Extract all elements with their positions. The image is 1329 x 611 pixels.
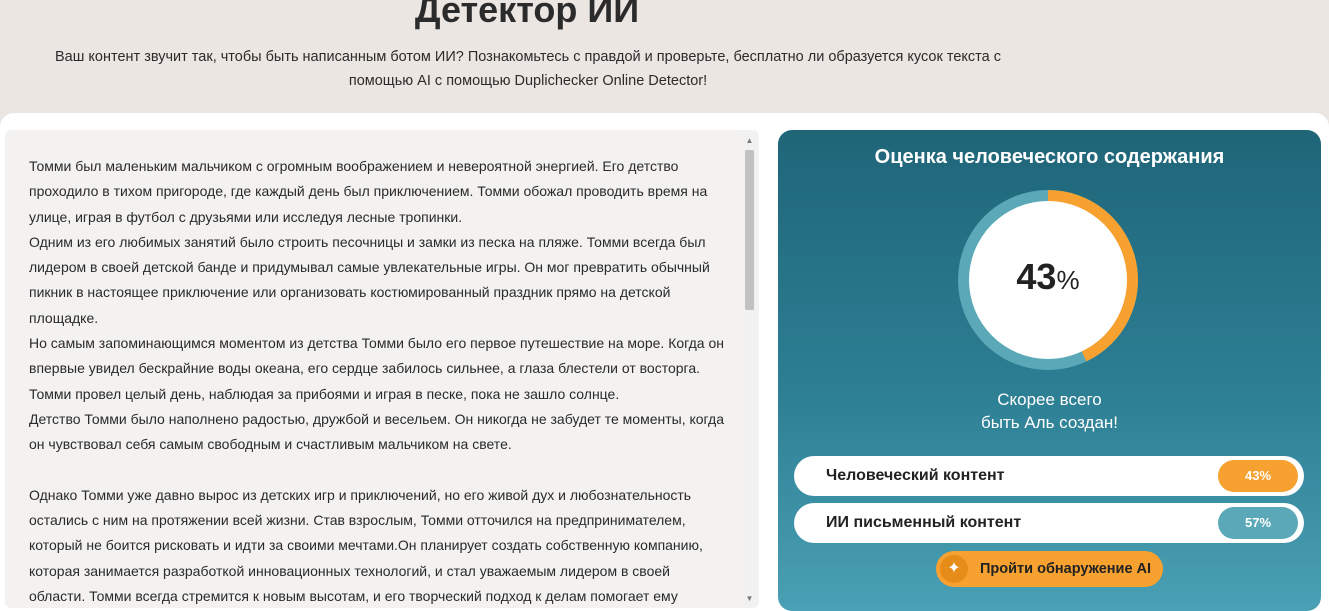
scroll-down-arrow-icon[interactable]: ▼ — [742, 592, 757, 606]
detect-ai-button[interactable]: ✦ Пройти обнаружение AI — [936, 551, 1163, 587]
score-donut: 43% — [948, 180, 1148, 380]
text-input-area[interactable]: Томми был маленьким мальчиком с огромным… — [5, 130, 759, 608]
text-paragraph: Томми был маленьким мальчиком с огромным… — [29, 158, 708, 225]
text-content[interactable]: Томми был маленьким мальчиком с огромным… — [29, 154, 729, 608]
metric-badge-ai: 57% — [1218, 507, 1298, 539]
human-content-metric: Человеческий контент 43% — [794, 456, 1304, 496]
ai-content-metric: ИИ письменный контент 57% — [794, 503, 1304, 543]
hero-section: Детектор ИИ Ваш контент звучит так, чтоб… — [0, 0, 1329, 120]
verdict-text: Скорее всего быть Аль создан! — [778, 388, 1321, 434]
text-paragraph: Однако Томми уже давно вырос из детских … — [29, 486, 703, 605]
metric-badge-human: 43% — [1218, 460, 1298, 492]
result-panel: Оценка человеческого содержания 43% Скор… — [778, 130, 1321, 611]
score-unit: % — [1056, 265, 1080, 295]
score-value: 43% — [948, 256, 1148, 298]
text-paragraph: Одним из его любимых занятий было строит… — [29, 233, 710, 326]
detect-ai-button-label: Пройти обнаружение AI — [980, 561, 1152, 577]
metric-label: ИИ письменный контент — [826, 514, 1022, 531]
text-paragraph: Детство Томми было наполнено радостью, д… — [29, 410, 724, 453]
scroll-thumb[interactable] — [745, 150, 754, 310]
text-paragraph: Но самым запоминающимся моментом из детс… — [29, 335, 724, 402]
page-title: Детектор ИИ — [414, 0, 640, 30]
score-number: 43 — [1016, 256, 1057, 297]
verdict-line: быть Аль создан! — [980, 413, 1119, 432]
result-title: Оценка человеческого содержания — [874, 146, 1225, 168]
metric-label: Человеческий контент — [826, 467, 1005, 484]
scroll-up-arrow-icon[interactable]: ▲ — [742, 134, 757, 148]
page-description: Ваш контент звучит так, чтобы быть напис… — [55, 49, 1001, 89]
verdict-line: Скорее всего — [997, 390, 1102, 409]
sparkle-icon: ✦ — [940, 555, 968, 583]
vertical-scrollbar[interactable]: ▲ ▼ — [742, 134, 757, 606]
